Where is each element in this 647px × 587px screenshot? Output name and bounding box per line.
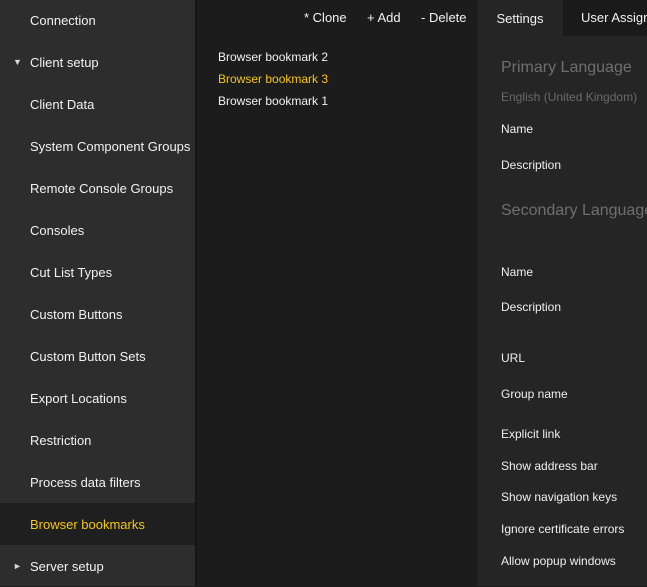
sidebar-item-export-locations[interactable]: Export Locations bbox=[0, 377, 195, 419]
sidebar-item-client-data[interactable]: Client Data bbox=[0, 83, 195, 125]
sidebar-item-server-setup[interactable]: ► Server setup bbox=[0, 545, 195, 587]
tab-label: Settings bbox=[496, 10, 544, 26]
secondary-language-heading: Secondary Language bbox=[501, 202, 647, 219]
caret-right-icon: ► bbox=[13, 561, 22, 571]
clone-button[interactable]: * Clone bbox=[304, 10, 347, 25]
sidebar-item-label: Restriction bbox=[30, 432, 92, 448]
primary-name-label: Name bbox=[501, 122, 534, 136]
list-item[interactable]: Browser bookmark 2 bbox=[218, 50, 328, 64]
sidebar-item-label: Client Data bbox=[30, 96, 95, 112]
caret-down-icon: ▼ bbox=[13, 57, 22, 67]
sidebar-item-label: Export Locations bbox=[30, 390, 127, 406]
sidebar-item-restriction[interactable]: Restriction bbox=[0, 419, 195, 461]
sidebar-item-label: Browser bookmarks bbox=[30, 516, 145, 532]
primary-language-value: English (United Kingdom) bbox=[501, 90, 638, 104]
sidebar-item-label: Server setup bbox=[30, 558, 104, 574]
primary-language-heading: Primary Language bbox=[501, 59, 632, 76]
primary-description-label: Description bbox=[501, 158, 562, 172]
explicit-link-label: Explicit link bbox=[501, 427, 561, 441]
show-address-bar-label: Show address bar bbox=[501, 459, 598, 473]
show-navigation-keys-label: Show navigation keys bbox=[501, 490, 618, 504]
sidebar-item-label: Process data filters bbox=[30, 474, 141, 490]
sidebar-item-label: Client setup bbox=[30, 54, 99, 70]
url-label: URL bbox=[501, 351, 526, 365]
sidebar-item-connection[interactable]: Connection bbox=[0, 0, 195, 40]
sidebar: Connection ▼ Client setup Client Data Sy… bbox=[0, 0, 197, 587]
settings-panel: Primary Language English (United Kingdom… bbox=[477, 36, 647, 586]
sidebar-item-label: Consoles bbox=[30, 222, 85, 238]
sidebar-item-process-data-filters[interactable]: Process data filters bbox=[0, 461, 195, 503]
tab-user-assignments[interactable]: User Assignments bbox=[563, 0, 647, 36]
sidebar-item-consoles[interactable]: Consoles bbox=[0, 209, 195, 251]
sidebar-item-cut-list-types[interactable]: Cut List Types bbox=[0, 251, 195, 293]
sidebar-item-label: Custom Button Sets bbox=[30, 348, 146, 364]
tab-label: User Assignments bbox=[581, 10, 647, 25]
bookmark-list-panel: * Clone + Add - Delete Browser bookmark … bbox=[197, 0, 477, 586]
sidebar-item-custom-button-sets[interactable]: Custom Button Sets bbox=[0, 335, 195, 377]
allow-popup-windows-label: Allow popup windows bbox=[501, 554, 616, 568]
sidebar-item-system-component-groups[interactable]: System Component Groups bbox=[0, 125, 195, 167]
secondary-name-label: Name bbox=[501, 265, 534, 279]
sidebar-item-label: Remote Console Groups bbox=[30, 180, 174, 196]
sidebar-item-client-setup[interactable]: ▼ Client setup bbox=[0, 41, 195, 83]
sidebar-item-label: Connection bbox=[30, 12, 96, 28]
list-item[interactable]: Browser bookmark 1 bbox=[218, 94, 328, 108]
sidebar-item-browser-bookmarks[interactable]: Browser bookmarks bbox=[0, 503, 195, 545]
secondary-description-label: Description bbox=[501, 300, 562, 314]
list-item-selected[interactable]: Browser bookmark 3 bbox=[218, 72, 328, 86]
add-button[interactable]: + Add bbox=[367, 10, 401, 25]
ignore-certificate-errors-label: Ignore certificate errors bbox=[501, 522, 625, 536]
sidebar-item-custom-buttons[interactable]: Custom Buttons bbox=[0, 293, 195, 335]
sidebar-item-label: System Component Groups bbox=[30, 138, 191, 154]
delete-button[interactable]: - Delete bbox=[421, 10, 467, 25]
sidebar-item-label: Custom Buttons bbox=[30, 306, 123, 322]
sidebar-item-remote-console-groups[interactable]: Remote Console Groups bbox=[0, 167, 195, 209]
sidebar-item-label: Cut List Types bbox=[30, 264, 113, 280]
tab-settings[interactable]: Settings bbox=[477, 0, 563, 36]
group-name-label: Group name bbox=[501, 387, 568, 401]
